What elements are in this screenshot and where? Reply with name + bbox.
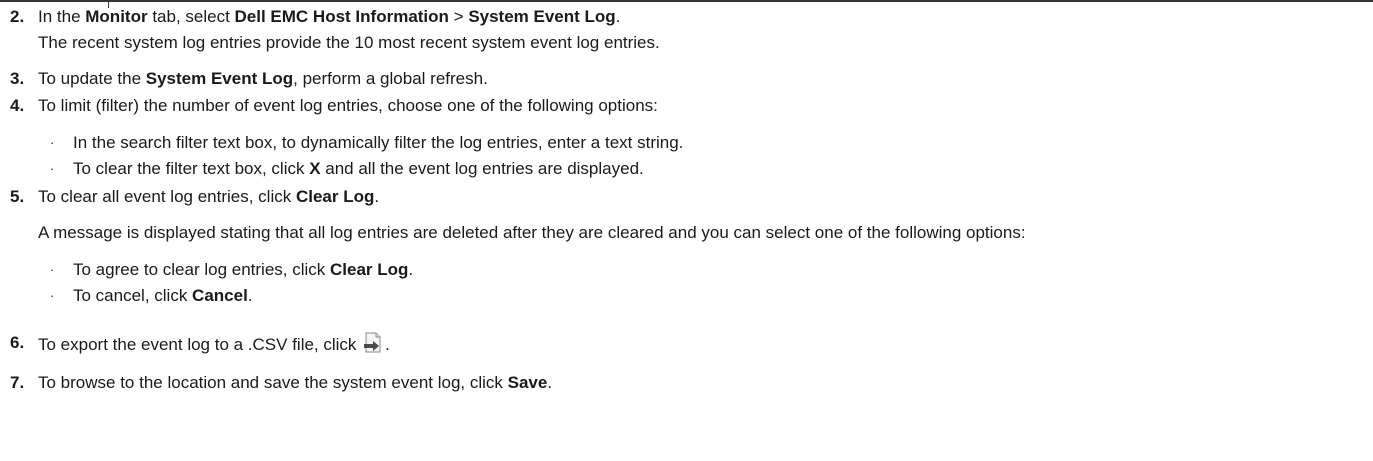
step-number: 7. [10,373,25,392]
step-4: 4. To limit (filter) the number of event… [10,95,658,117]
step-number: 2. [10,7,25,26]
bullet-text: To cancel, click Cancel. [73,286,253,305]
step-text: To browse to the location and save the s… [38,373,552,392]
bullet-text: To clear the filter text box, click X an… [73,159,644,178]
clear-x-label: X [309,159,321,178]
clear-log-label: Clear Log [295,187,375,206]
text: To clear the filter text box, click [73,159,310,178]
step-text: To clear all event log entries, click Cl… [38,187,379,206]
step-number: 3. [10,69,25,88]
monitor-tab-label: Monitor [85,7,148,26]
text: . [547,373,553,392]
step-4-bullet-1: · In the search filter text box, to dyna… [10,132,683,154]
bullet-icon: · [50,161,55,176]
step-2: 2. In the Monitor tab, select Dell EMC H… [10,6,620,28]
text: . [374,187,380,206]
step-number: 6. [10,333,25,352]
step-number: 4. [10,96,25,115]
text: To browse to the location and save the s… [38,373,508,392]
text: > [448,7,469,26]
step-2-description: The recent system log entries provide th… [38,33,660,52]
text: To update the [38,69,146,88]
sel-label: System Event Log [145,69,294,88]
step-number: 5. [10,187,25,206]
export-csv-icon[interactable] [363,332,385,354]
text: In the [38,7,86,26]
clear-log-label: Clear Log [330,260,409,279]
step-5: 5. To clear all event log entries, click… [10,186,379,208]
text: To export the event log to a .CSV file, … [38,335,362,354]
step-5-description: A message is displayed stating that all … [38,223,1026,242]
export-csv-icon-graphic [364,332,381,353]
text: To agree to clear log entries, click [73,260,331,279]
top-rule [0,0,1373,8]
bullet-icon: · [50,135,55,150]
sel-label: System Event Log [468,7,616,26]
cancel-label: Cancel [192,286,248,305]
step-4-bullet-2: · To clear the filter text box, click X … [10,158,644,180]
bullet-icon: · [50,288,55,303]
save-label: Save [507,373,548,392]
text: . [385,335,390,354]
bullet-text: To agree to clear log entries, click Cle… [73,260,413,279]
step-3: 3. To update the System Event Log, perfo… [10,68,488,90]
step-text: In the Monitor tab, select Dell EMC Host… [38,7,620,26]
bullet-text: In the search filter text box, to dynami… [73,133,684,152]
step-text: To limit (filter) the number of event lo… [38,96,658,115]
text: tab, select [147,7,235,26]
bullet-icon: · [50,262,55,277]
step-5-bullet-1: · To agree to clear log entries, click C… [10,259,413,281]
step-text: To export the event log to a .CSV file, … [38,332,390,354]
text: . [247,286,253,305]
text: To cancel, click [73,286,193,305]
host-info-label: Dell EMC Host Information [234,7,449,26]
text: . [615,7,621,26]
step-6: 6. To export the event log to a .CSV fil… [10,332,390,356]
text: . [408,260,414,279]
step-5-bullet-2: · To cancel, click Cancel. [10,285,253,307]
text: , perform a global refresh. [293,69,488,88]
step-7: 7. To browse to the location and save th… [10,372,552,394]
text: To clear all event log entries, click [38,187,296,206]
step-text: To update the System Event Log, perform … [38,69,488,88]
text: and all the event log entries are displa… [320,159,644,178]
